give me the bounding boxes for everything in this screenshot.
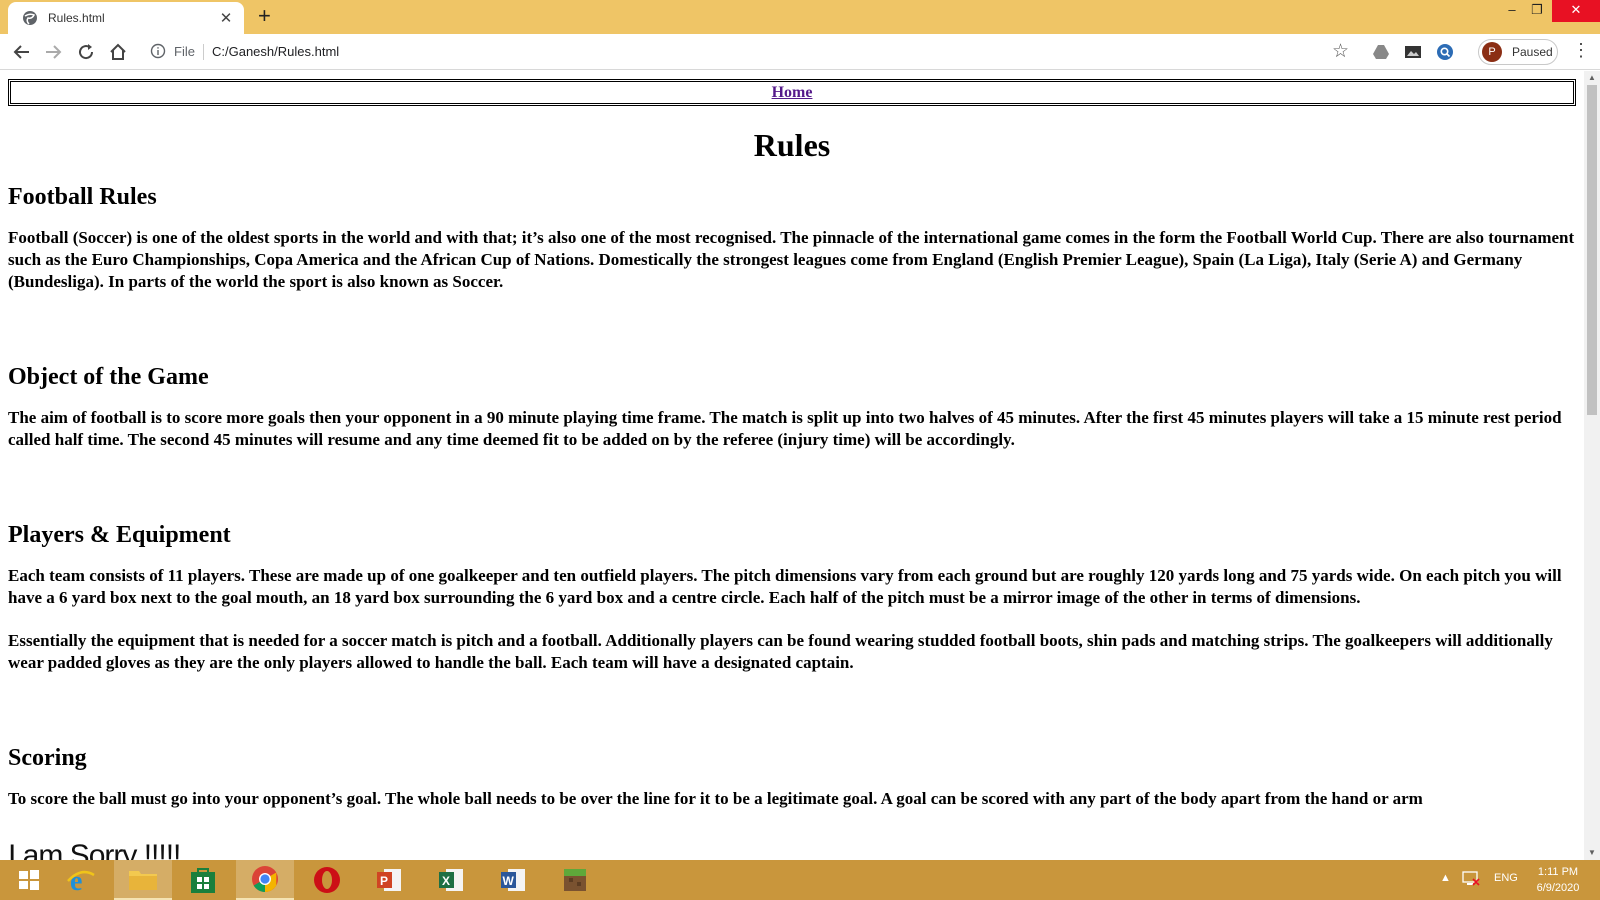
section-heading: Object of the Game xyxy=(8,364,209,390)
powerpoint-icon[interactable]: P xyxy=(360,860,418,900)
page-title: Rules xyxy=(753,127,831,163)
tab-close-icon[interactable]: ✕ xyxy=(216,9,236,27)
scrollbar-thumb[interactable] xyxy=(1587,85,1597,415)
profile-status: Paused xyxy=(1512,45,1553,59)
home-link[interactable]: Home xyxy=(772,84,813,101)
svg-text:P: P xyxy=(380,874,388,888)
restore-button[interactable]: ❐ xyxy=(1522,0,1552,22)
new-tab-button[interactable]: + xyxy=(258,4,271,28)
section-paragraph: To score the ball must go into your oppo… xyxy=(8,789,1423,808)
address-bar[interactable]: C:/Ganesh/Rules.html xyxy=(212,44,339,59)
omnibox-separator xyxy=(203,44,204,60)
page-viewport: Home Rules Football Rules Football (Socc… xyxy=(0,71,1584,860)
drive-extension-icon[interactable] xyxy=(1372,43,1390,61)
clock-time: 1:11 PM xyxy=(1537,866,1579,878)
more-menu-icon[interactable]: ⋮ xyxy=(1572,40,1590,61)
window-close-button[interactable]: ✕ xyxy=(1552,0,1600,22)
home-icon[interactable] xyxy=(106,40,130,64)
scroll-down-icon[interactable]: ▼ xyxy=(1588,848,1596,857)
nav-bar: Home xyxy=(8,79,1576,106)
language-indicator[interactable]: ENG xyxy=(1494,872,1518,884)
reload-icon[interactable] xyxy=(74,40,98,64)
bookmark-star-icon[interactable]: ☆ xyxy=(1332,40,1349,63)
svg-text:W: W xyxy=(503,874,515,888)
svg-text:X: X xyxy=(442,874,450,888)
back-icon[interactable] xyxy=(10,40,34,64)
tray-expand-icon[interactable]: ▲ xyxy=(1440,872,1451,884)
section-heading: Scoring xyxy=(8,745,87,771)
browser-titlebar: Rules.html ✕ + – ❐ ✕ xyxy=(0,0,1600,34)
browser-toolbar: File C:/Ganesh/Rules.html ☆ P Paused ⋮ xyxy=(0,34,1600,70)
scroll-up-icon[interactable]: ▲ xyxy=(1588,73,1596,82)
chrome-icon[interactable] xyxy=(236,860,294,900)
word-icon[interactable]: W xyxy=(484,860,542,900)
store-icon[interactable] xyxy=(174,860,232,900)
network-icon[interactable] xyxy=(1462,870,1480,889)
internet-explorer-icon[interactable]: e xyxy=(52,860,110,900)
info-icon[interactable] xyxy=(150,43,166,59)
opera-icon[interactable] xyxy=(298,860,356,900)
section-paragraph: Football (Soccer) is one of the oldest s… xyxy=(8,228,1575,291)
start-icon[interactable] xyxy=(0,860,58,900)
page-scrollbar[interactable]: ▲ ▼ xyxy=(1584,71,1600,860)
forward-icon[interactable] xyxy=(41,40,65,64)
file-explorer-icon[interactable] xyxy=(114,860,172,900)
page-content: Home Rules Football Rules Football (Socc… xyxy=(0,79,1584,810)
omnibox-scheme: File xyxy=(174,44,195,59)
profile-button[interactable]: P Paused xyxy=(1478,39,1558,65)
globe-icon xyxy=(22,10,38,26)
tab-title: Rules.html xyxy=(48,11,105,25)
taskbar-clock[interactable]: 1:11 PM 6/9/2020 xyxy=(1526,864,1590,896)
search-extension-icon[interactable] xyxy=(1436,43,1454,61)
section-paragraph: The aim of football is to score more goa… xyxy=(8,408,1562,449)
excel-icon[interactable]: X xyxy=(422,860,480,900)
svg-text:e: e xyxy=(70,866,82,895)
section-heading: Players & Equipment xyxy=(8,522,231,548)
screenshot-extension-icon[interactable] xyxy=(1404,43,1422,61)
windows-taskbar: e P X W ▲ ENG 1:11 PM 6/9/2020 xyxy=(0,860,1600,900)
avatar: P xyxy=(1482,42,1502,62)
browser-tab[interactable]: Rules.html ✕ xyxy=(8,2,244,34)
section-heading: Football Rules xyxy=(8,184,157,210)
section-paragraph: Essentially the equipment that is needed… xyxy=(8,631,1553,672)
minecraft-icon[interactable] xyxy=(546,860,604,900)
section-paragraph: Each team consists of 11 players. These … xyxy=(8,566,1562,607)
clock-date: 6/9/2020 xyxy=(1536,882,1580,894)
